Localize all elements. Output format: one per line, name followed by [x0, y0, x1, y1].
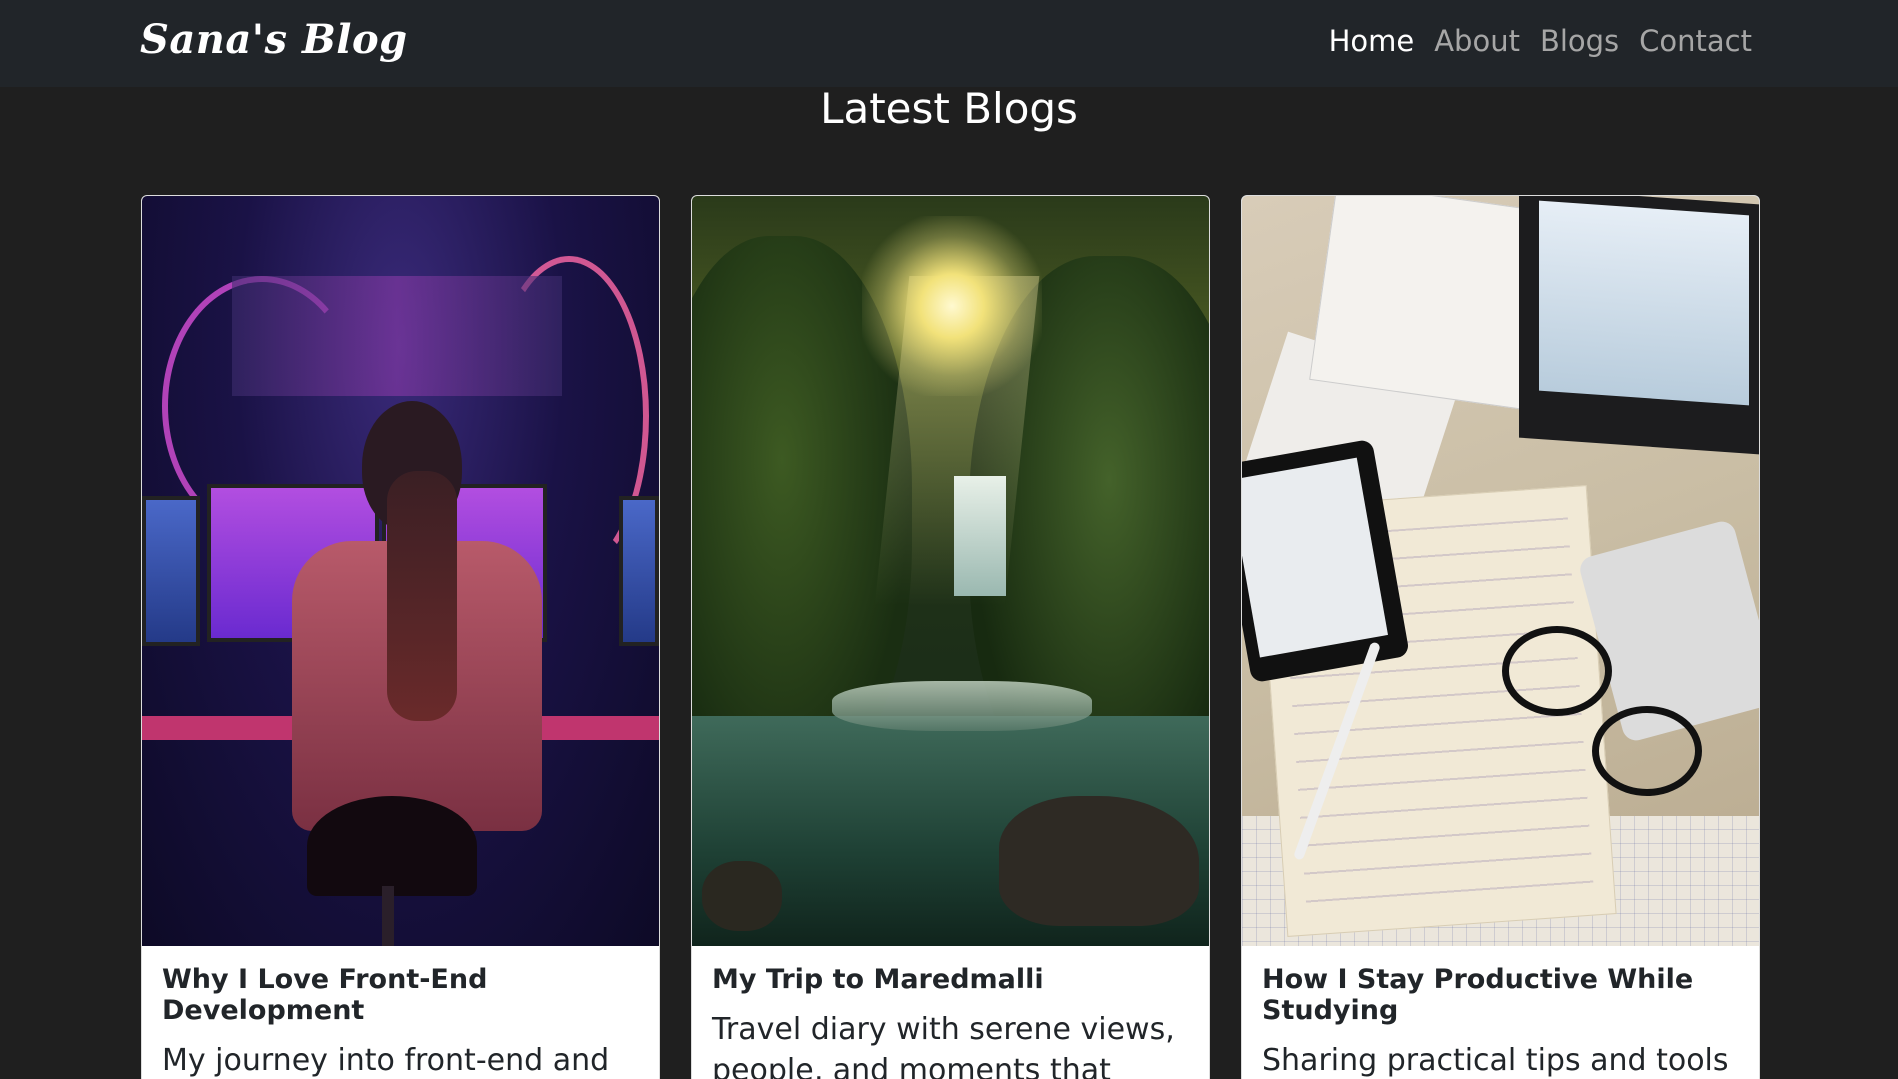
- card-body: Why I Love Front-End Development My jour…: [142, 946, 659, 1079]
- brand-logo[interactable]: Sana's Blog: [140, 16, 408, 63]
- navbar: Sana's Blog Home About Blogs Contact: [0, 0, 1898, 87]
- card-title[interactable]: How I Stay Productive While Studying: [1262, 964, 1739, 1026]
- card-title[interactable]: Why I Love Front-End Development: [162, 964, 639, 1026]
- card-text: Sharing practical tips and tools I use t…: [1262, 1043, 1729, 1078]
- card-image-coder: [142, 196, 659, 946]
- nav-link-blogs[interactable]: Blogs: [1540, 24, 1619, 58]
- card-body: My Trip to Maredmalli Travel diary with …: [692, 946, 1209, 1079]
- nav-link-about[interactable]: About: [1434, 24, 1520, 58]
- nav-link-contact[interactable]: Contact: [1639, 24, 1752, 58]
- card-image-waterfall: [692, 196, 1209, 946]
- nav-link-home[interactable]: Home: [1329, 24, 1415, 58]
- card-title[interactable]: My Trip to Maredmalli: [712, 964, 1189, 995]
- blog-card-productivity[interactable]: How I Stay Productive While Studying Sha…: [1241, 195, 1760, 1079]
- section-title: Latest Blogs: [820, 84, 1078, 133]
- blog-cards: Why I Love Front-End Development My jour…: [141, 195, 1760, 1079]
- blog-card-maredmalli[interactable]: My Trip to Maredmalli Travel diary with …: [691, 195, 1210, 1079]
- card-text: My journey into front-end and how it fue…: [162, 1043, 610, 1078]
- nav-links: Home About Blogs Contact: [1329, 24, 1752, 58]
- card-body: How I Stay Productive While Studying Sha…: [1242, 946, 1759, 1079]
- card-text: Travel diary with serene views, people, …: [712, 1012, 1175, 1079]
- blog-card-frontend[interactable]: Why I Love Front-End Development My jour…: [141, 195, 660, 1079]
- card-image-study-desk: [1242, 196, 1759, 946]
